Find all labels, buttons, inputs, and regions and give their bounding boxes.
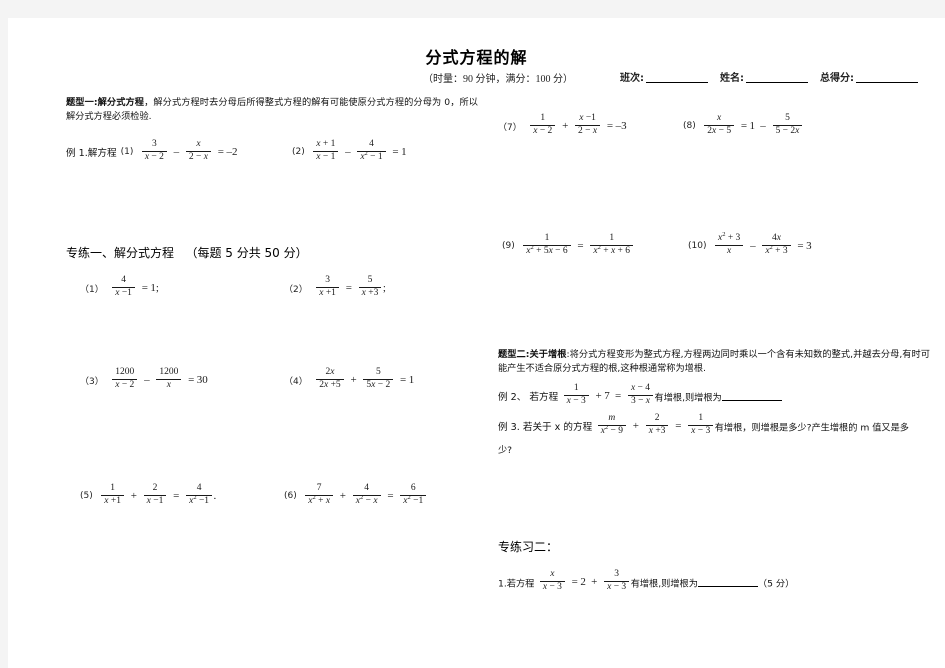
page-title: 分式方程的解	[425, 48, 528, 67]
worksheet-page: 分式方程的解 （时量：90 分钟，满分：100 分） 班次: 姓名: 总得分: …	[8, 18, 945, 668]
answer-blank[interactable]	[721, 400, 782, 402]
problem-number: (2)	[292, 147, 305, 158]
problem-number: (1)	[120, 147, 134, 158]
math-expression: 1x − 2 + x −1 2 − x = –3	[529, 113, 627, 139]
field-name-label: 姓名:	[720, 73, 744, 84]
problem-number: （4）	[284, 376, 308, 387]
problem-number: （2）	[284, 284, 308, 295]
problem-number: (6)	[284, 491, 297, 502]
example3-suffix: 有增根，则增根是多少?产生增根的 m 值又是多	[714, 422, 909, 434]
example3-label: 例 3. 若关于 x 的方程	[498, 422, 593, 434]
problem-number: (8)	[683, 121, 696, 132]
example1-row: 例 1.解方程 (1) 3x − 2 – x2 − x = –2	[66, 139, 238, 165]
exam-info: （时量：90 分钟，满分：100 分）	[423, 74, 573, 85]
drill1-points: （每题 5 分共 50 分）	[185, 246, 308, 260]
problem-number: （1）	[80, 284, 104, 295]
problem-number: （3）	[80, 376, 104, 387]
drill1-problem-5: (5) 1x +1 + 2x −1 = 4 x2 −1.	[80, 483, 216, 509]
example2-suffix: 有增根,则增根为	[654, 392, 722, 404]
problem-number: (9)	[502, 241, 515, 252]
drill1-heading: 专练一、解分式方程	[66, 246, 175, 260]
math-expression: 1200 x − 2 – 1200 x = 30	[111, 367, 208, 393]
math-expression: 3x +1 = 5x +3;	[315, 275, 386, 301]
drill1-problem-10: (10) x2 + 3x – 4x x2 + 3 = 3	[688, 231, 812, 259]
math-expression: 1x − 3 +7 = x − 43 − x	[562, 383, 654, 409]
type1-paragraph: 题型一:解分式方程，解分式方程时去分母后所得整式方程的解有可能使原分式方程的分母…	[66, 96, 478, 125]
math-expression: 7 x2 + x + 4 x2 − x = 6 x2 −1	[304, 483, 428, 509]
math-expression: 1x +1 + 2x −1 = 4 x2 −1.	[100, 483, 216, 509]
math-expression: 3x − 2 – x2 − x = –2	[140, 139, 237, 165]
math-expression: x 2x − 5 = 1 – 55 − 2x	[703, 113, 804, 139]
example3-row: 例 3. 若关于 x 的方程 m x2 − 9 + 2x +3 = 1x − 3 …	[498, 413, 934, 439]
field-score[interactable]: 总得分:	[820, 69, 918, 84]
header-line: （时量：90 分钟，满分：100 分） 班次: 姓名: 总得分:	[8, 70, 945, 88]
type2-paragraph: 题型二:关于增根:将分式方程变形为整式方程,方程两边同时乘以一个含有未知数的整式…	[498, 348, 930, 377]
drill2-item1-points: （5 分）	[757, 578, 795, 590]
math-expression: 1 x2 + 5x − 6 = 1 x2 + x + 6	[522, 233, 635, 259]
math-expression: xx − 3 = 2 + 3x − 3	[538, 569, 630, 595]
type2-heading: 题型二:关于增根	[498, 349, 567, 360]
math-expression: x + 1x − 1 – 4 x2 − 1 = 1	[312, 139, 407, 165]
example3-tail: 少?	[498, 445, 513, 456]
drill1-problem-3: （3） 1200 x − 2 – 1200 x = 30	[80, 367, 208, 393]
drill1-problem-9: (9) 1 x2 + 5x − 6 = 1 x2 + x + 6	[502, 233, 635, 259]
field-score-blank[interactable]	[856, 82, 918, 83]
drill1-heading-row: 专练一、解分式方程 （每题 5 分共 50 分）	[66, 244, 308, 261]
drill1-problem-8: (8) x 2x − 5 = 1 – 55 − 2x	[683, 113, 804, 139]
math-expression: m x2 − 9 + 2x +3 = 1x − 3	[596, 413, 715, 439]
drill2-item1-suffix: 有增根,则增根为	[630, 578, 698, 590]
drill1-problem-6: (6) 7 x2 + x + 4 x2 − x = 6 x2 −1	[284, 483, 428, 509]
example2-label: 例 2、 若方程	[498, 392, 559, 404]
problem-number: （7）	[498, 122, 522, 133]
example1-problem-2: (2) x + 1x − 1 – 4 x2 − 1 = 1	[292, 139, 407, 165]
field-class[interactable]: 班次:	[620, 69, 708, 84]
drill1-problem-4: （4） 2x 2x +5 + 5 5x − 2 = 1	[284, 367, 414, 393]
example2-row: 例 2、 若方程 1x − 3 +7 = x − 43 − x 有增根,则增根为	[498, 383, 782, 409]
example1-problem-1: (1) 3x − 2 – x2 − x = –2	[120, 139, 238, 162]
drill1-problem-7: （7） 1x − 2 + x −1 2 − x = –3	[498, 113, 627, 139]
drill1-problem-2: （2） 3x +1 = 5x +3;	[284, 275, 386, 301]
field-class-label: 班次:	[620, 73, 644, 84]
math-expression: 4x −1 = 1;	[111, 275, 159, 301]
problem-number: (5)	[80, 491, 93, 502]
example1-label: 例 1.解方程	[66, 148, 117, 160]
answer-blank[interactable]	[697, 586, 758, 588]
math-expression: 2x 2x +5 + 5 5x − 2 = 1	[315, 367, 414, 393]
drill1-problem-1: （1） 4x −1 = 1;	[80, 275, 159, 301]
type1-heading: 题型一:解分式方程	[66, 97, 145, 108]
field-name[interactable]: 姓名:	[720, 69, 808, 84]
problem-number: (10)	[688, 241, 707, 252]
drill2-item1-prefix: 1.若方程	[498, 578, 535, 590]
drill2-heading: 专练习二：	[498, 540, 559, 554]
field-name-blank[interactable]	[746, 82, 808, 83]
field-class-blank[interactable]	[646, 82, 708, 83]
math-expression: x2 + 3x – 4x x2 + 3 = 3	[713, 231, 812, 259]
field-score-label: 总得分:	[820, 73, 854, 84]
drill2-problem-1: 1.若方程 xx − 3 = 2 + 3x − 3 有增根,则增根为 （5 分）	[498, 569, 795, 595]
